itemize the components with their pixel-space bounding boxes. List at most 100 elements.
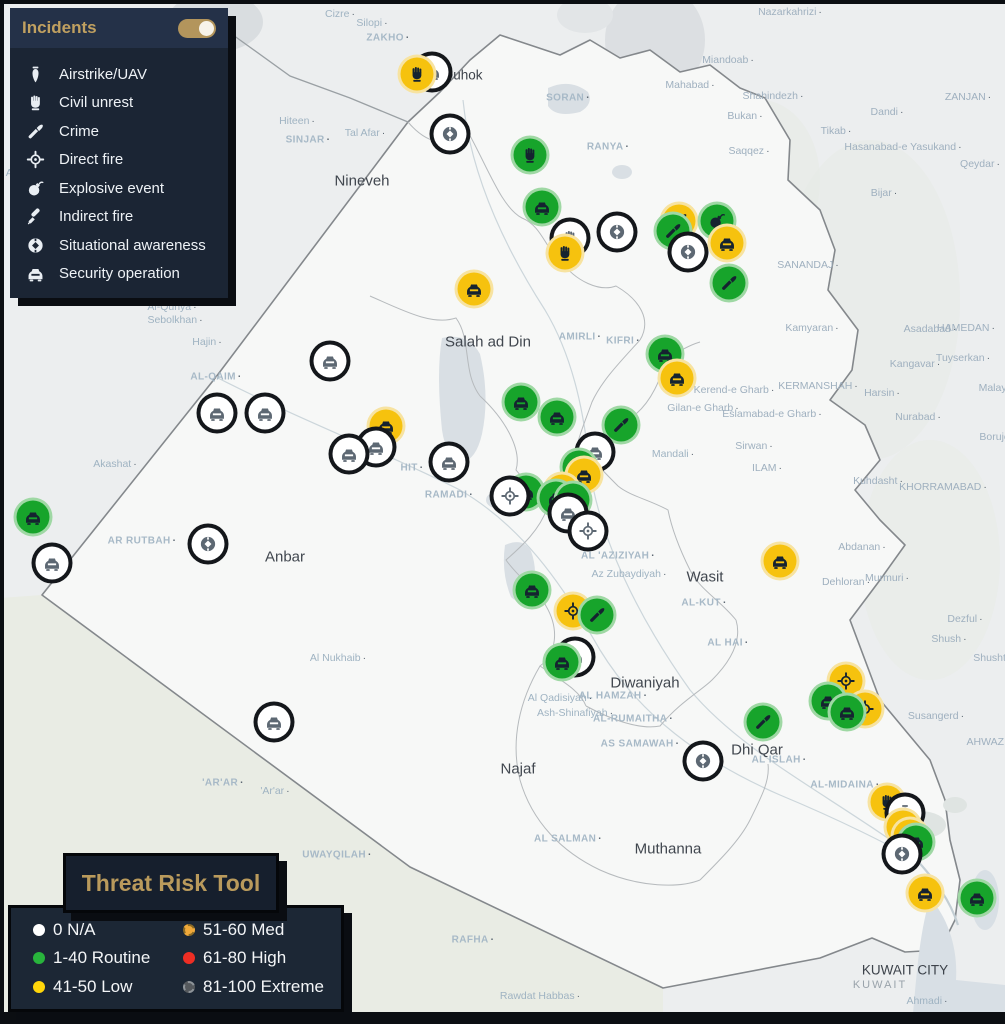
frame-bar-left [0,0,4,1024]
marker-security-op-routine[interactable] [545,645,579,679]
civil-unrest-icon [521,146,540,165]
risk-level-label: 1-40 Routine [53,948,151,968]
security-op-icon [548,408,567,427]
incident-type-situational-awareness[interactable]: Situational awareness [26,231,228,260]
risk-level-label: 0 N/A [53,920,96,940]
risk-dot [33,980,45,993]
marker-security-op-low[interactable] [457,272,491,306]
frame-bar-bottom [0,1012,1005,1024]
crime-icon [720,274,739,293]
crime-icon [588,606,607,625]
incidents-toggle[interactable] [178,18,216,38]
direct-fire-icon [501,487,520,506]
security-op-icon [43,554,62,573]
security-op-icon [575,466,594,485]
marker-direct-fire-na[interactable] [493,479,527,513]
marker-situational-na[interactable] [885,837,919,871]
security-op-icon [838,703,857,722]
marker-security-op-na[interactable] [313,344,347,378]
risk-dot [33,924,45,937]
marker-situational-na[interactable] [600,215,634,249]
incident-type-indirect-fire[interactable]: Indirect fire [26,203,228,232]
security-op-icon [465,280,484,299]
incident-type-label: Airstrike/UAV [59,65,148,83]
security-op-icon [668,369,687,388]
incident-type-label: Security operation [59,265,180,283]
marker-security-op-low[interactable] [763,544,797,578]
marker-crime-routine[interactable] [746,705,780,739]
incident-type-explosive-event[interactable]: Explosive event [26,174,228,203]
security-op-icon [321,352,340,371]
marker-security-op-routine[interactable] [504,385,538,419]
marker-security-op-routine[interactable] [960,881,994,915]
incident-type-crime[interactable]: Crime [26,117,228,146]
marker-security-op-na[interactable] [432,445,466,479]
situational-icon [26,236,45,255]
marker-civil-unrest-low[interactable] [548,236,582,270]
incident-type-civil-unrest[interactable]: Civil unrest [26,89,228,118]
civil-unrest-icon [408,65,427,84]
marker-situational-na[interactable] [686,744,720,778]
incidents-panel-title: Incidents [22,18,97,37]
civil-unrest-icon [556,244,575,263]
incident-type-label: Explosive event [59,179,165,197]
risk-level-0-n-a: 0 N/A [33,920,183,940]
incidents-panel: Incidents Airstrike/UAV Civil unrest Crime… [10,8,228,298]
security-op-icon [523,581,542,600]
situational-icon [608,223,627,242]
security-op-icon [24,508,43,527]
security-op-icon [26,264,45,283]
risk-level-81-100-extreme: 81-100 Extreme [183,977,353,997]
situational-icon [694,752,713,771]
incident-type-airstrike-uav[interactable]: Airstrike/UAV [26,60,228,89]
security-op-icon [208,404,227,423]
marker-crime-routine[interactable] [580,598,614,632]
incident-type-label: Civil unrest [59,94,134,112]
situational-icon [441,125,460,144]
marker-security-op-na[interactable] [35,546,69,580]
direct-fire-icon [579,522,598,541]
civil-unrest-icon [26,93,45,112]
risk-level-label: 51-60 Med [203,920,285,940]
risk-dot [183,952,195,965]
marker-security-op-routine[interactable] [16,500,50,534]
marker-direct-fire-na[interactable] [571,514,605,548]
marker-situational-na[interactable] [191,527,225,561]
frame-bar-top [0,0,1005,4]
security-op-icon [656,345,675,364]
marker-situational-na[interactable] [433,117,467,151]
risk-dot [183,980,195,993]
marker-civil-unrest-routine[interactable] [513,138,547,172]
marker-situational-na[interactable] [671,235,705,269]
marker-security-op-na[interactable] [200,396,234,430]
marker-security-op-na[interactable] [332,437,366,471]
marker-security-op-low[interactable] [710,226,744,260]
threat-tool-title-box: Threat Risk Tool [63,853,279,913]
threat-tool-title: Threat Risk Tool [81,869,261,896]
marker-security-op-routine[interactable] [540,400,574,434]
security-op-icon [512,393,531,412]
situational-icon [893,845,912,864]
marker-crime-routine[interactable] [604,408,638,442]
risk-level-1-40-routine: 1-40 Routine [33,948,183,968]
indirect-fire-icon [26,207,45,226]
marker-crime-routine[interactable] [712,266,746,300]
marker-security-op-routine[interactable] [525,190,559,224]
security-op-icon [533,198,552,217]
marker-security-op-na[interactable] [257,705,291,739]
security-op-icon [553,653,572,672]
marker-security-op-routine[interactable] [515,573,549,607]
marker-security-op-low[interactable] [908,876,942,910]
security-op-icon [718,234,737,253]
incident-type-security-operation[interactable]: Security operation [26,260,228,289]
marker-security-op-na[interactable] [248,396,282,430]
marker-civil-unrest-low[interactable] [400,57,434,91]
marker-security-op-routine[interactable] [830,695,864,729]
marker-security-op-low[interactable] [660,361,694,395]
situational-icon [199,535,218,554]
security-op-icon [440,453,459,472]
incident-type-direct-fire[interactable]: Direct fire [26,146,228,175]
risk-dot [183,924,195,937]
threat-risk-legend: 0 N/A 1-40 Routine 41-50 Low 51-60 Med 61-80… [8,905,344,1012]
risk-dot [33,952,45,965]
